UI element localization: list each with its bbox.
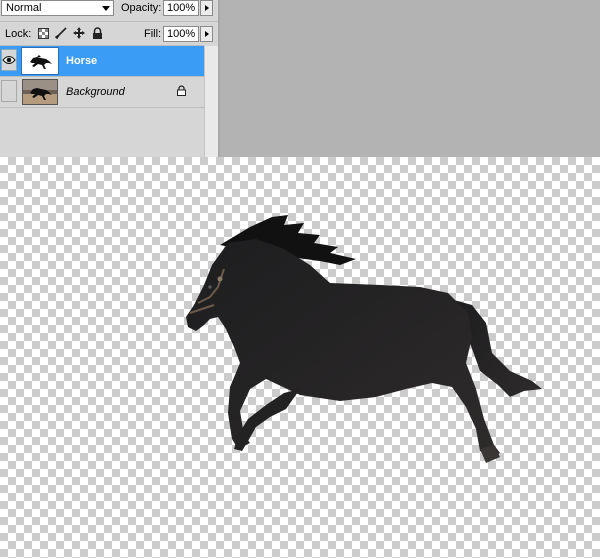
layer-visibility-toggle[interactable] (1, 80, 17, 102)
opacity-label: Opacity: (121, 2, 162, 14)
opacity-slider-button[interactable] (200, 0, 213, 16)
eye-icon (2, 56, 16, 64)
layer-visibility-toggle[interactable] (1, 49, 17, 71)
lock-label: Lock: (5, 28, 32, 40)
blend-row: Normal Opacity: 100% (0, 0, 220, 20)
panel-border (218, 0, 220, 157)
divider (0, 21, 218, 22)
fill-input[interactable]: 100% (163, 26, 199, 42)
lock-image-pixels-icon[interactable] (55, 27, 67, 39)
blend-mode-dropdown[interactable]: Normal (1, 0, 114, 16)
layer-name: Horse (66, 55, 98, 67)
layers-panel: Normal Opacity: 100% Lock: Fill: 100% Ho… (0, 0, 220, 157)
chevron-down-icon (102, 6, 110, 11)
layer-name: Background (66, 86, 125, 98)
layer-thumbnail (22, 79, 58, 105)
horse-image (186, 215, 542, 463)
lock-position-icon[interactable] (73, 27, 85, 39)
fill-slider-button[interactable] (200, 26, 213, 42)
lock-transparent-pixels-icon[interactable] (37, 27, 49, 39)
opacity-input[interactable]: 100% (163, 0, 199, 16)
blend-mode-value: Normal (6, 2, 42, 14)
divider (0, 107, 204, 108)
layers-scrollbar[interactable] (204, 46, 219, 157)
layer-thumbnail (21, 47, 59, 75)
document-canvas[interactable] (0, 157, 600, 558)
layer-row-horse[interactable]: Horse (0, 46, 204, 76)
layer-lock-icon (177, 85, 186, 99)
lock-all-icon[interactable] (91, 27, 103, 39)
layer-row-background[interactable]: Background (0, 77, 204, 107)
fill-label: Fill: (144, 28, 162, 40)
